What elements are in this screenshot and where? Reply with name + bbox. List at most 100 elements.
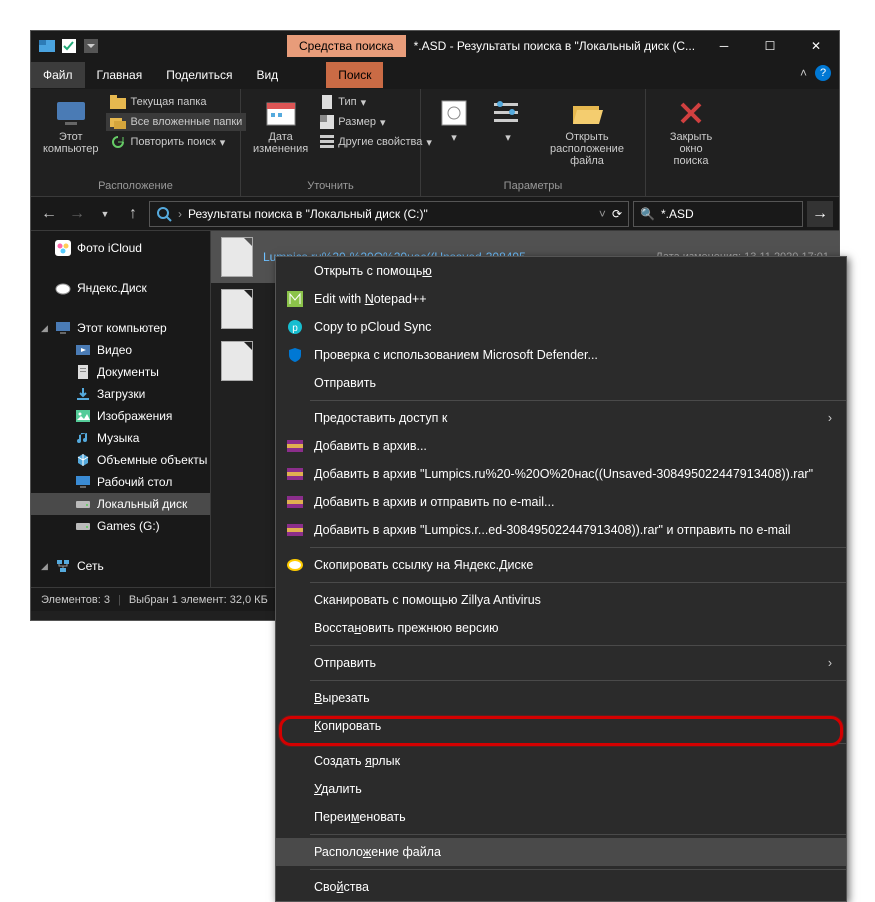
ctx-edit-notepadpp[interactable]: Edit with Notepad++	[276, 285, 846, 313]
winrar-icon	[287, 494, 303, 510]
ctx-send-to[interactable]: Отправить›	[276, 649, 846, 677]
sidebar-item[interactable]: ◢Сеть	[31, 555, 210, 577]
sidebar-item[interactable]: Загрузки	[31, 383, 210, 405]
ctx-properties[interactable]: Свойства	[276, 873, 846, 901]
current-folder-button[interactable]: Текущая папка	[106, 93, 246, 111]
group-options-label: Параметры	[429, 176, 637, 192]
ctx-add-archive-named[interactable]: Добавить в архив "Lumpics.ru%20-%20O%20н…	[276, 460, 846, 488]
winrar-icon	[287, 522, 303, 538]
repeat-search-button[interactable]: Повторить поиск ▾	[106, 133, 246, 151]
type-button[interactable]: Тип ▾	[316, 93, 436, 111]
close-button[interactable]: ✕	[793, 31, 839, 61]
folder-icon	[110, 95, 126, 109]
sidebar-item-label: Видео	[97, 343, 132, 357]
search-go-button[interactable]: →	[807, 201, 833, 227]
sidebar-item-label: Рабочий стол	[97, 475, 172, 489]
share-tab[interactable]: Поделиться	[154, 62, 244, 88]
ctx-grant-access[interactable]: Предоставить доступ к›	[276, 404, 846, 432]
ctx-add-archive[interactable]: Добавить в архив...	[276, 432, 846, 460]
search-icon: 🔍	[640, 207, 655, 221]
refresh-icon[interactable]: ⟳	[612, 207, 622, 221]
sidebar-item[interactable]: Яндекс.Диск	[31, 277, 210, 299]
open-file-location-button[interactable]: Открыть расположение файла	[542, 93, 632, 171]
size-icon	[320, 115, 334, 129]
size-button[interactable]: Размер ▾	[316, 113, 436, 131]
expand-icon[interactable]: ◢	[41, 561, 48, 572]
ctx-cut[interactable]: Вырезать	[276, 684, 846, 712]
group-location-label: Расположение	[39, 176, 232, 192]
sidebar-item-label: Загрузки	[97, 387, 145, 401]
minimize-button[interactable]: ─	[701, 31, 747, 61]
home-tab[interactable]: Главная	[85, 62, 155, 88]
item-count: Элементов: 3	[41, 594, 110, 606]
ctx-file-location[interactable]: Расположение файла	[276, 838, 846, 866]
calendar-icon	[266, 99, 296, 127]
view-tab[interactable]: Вид	[244, 62, 290, 88]
sidebar-item[interactable]: Games (G:)	[31, 515, 210, 537]
maximize-button[interactable]: ☐	[747, 31, 793, 61]
sidebar-item[interactable]: Документы	[31, 361, 210, 383]
sidebar-item-label: Музыка	[97, 431, 139, 445]
ctx-open-with[interactable]: Открыть с помощью	[276, 257, 846, 285]
ctx-yadisk-link[interactable]: Скопировать ссылку на Яндекс.Диске	[276, 551, 846, 579]
sidebar-item[interactable]: ◢Этот компьютер	[31, 317, 210, 339]
recent-searches-button[interactable]: ▾	[434, 93, 474, 148]
search-box[interactable]: 🔍 ✕	[633, 201, 803, 227]
ctx-defender[interactable]: Проверка с использованием Microsoft Defe…	[276, 341, 846, 369]
recent-dropdown[interactable]: ▼	[93, 202, 117, 226]
network-icon	[55, 558, 71, 574]
ctx-send-share[interactable]: Отправить	[276, 369, 846, 397]
all-subfolders-button[interactable]: Все вложенные папки	[106, 113, 246, 131]
up-button[interactable]: ↑	[121, 202, 145, 226]
sidebar-item-label: Games (G:)	[97, 519, 160, 533]
back-button[interactable]: ←	[37, 202, 61, 226]
ctx-archive-email[interactable]: Добавить в архив и отправить по e-mail..…	[276, 488, 846, 516]
sidebar-item[interactable]: Изображения	[31, 405, 210, 427]
ctx-pcloud[interactable]: pCopy to pCloud Sync	[276, 313, 846, 341]
date-modified-button[interactable]: Дата изменения	[249, 93, 312, 159]
sidebar-item[interactable]: Музыка	[31, 427, 210, 449]
expand-icon[interactable]: ◢	[41, 323, 48, 334]
ctx-delete[interactable]: Удалить	[276, 775, 846, 803]
docs-icon	[75, 364, 91, 380]
sidebar-item[interactable]: Объемные объекты	[31, 449, 210, 471]
ribbon-toggle-icon[interactable]: ˄	[800, 66, 807, 80]
this-pc-button[interactable]: Этот компьютер	[39, 93, 102, 159]
sidebar-item[interactable]: Фото iCloud	[31, 237, 210, 259]
music-icon	[75, 430, 91, 446]
ctx-create-shortcut[interactable]: Создать ярлык	[276, 747, 846, 775]
sidebar-item-label: Документы	[97, 365, 159, 379]
chevron-down-icon[interactable]: ˅	[599, 207, 606, 221]
dropdown-icon[interactable]	[83, 38, 99, 54]
sidebar-item[interactable]: Видео	[31, 339, 210, 361]
group-refine-label: Уточнить	[249, 176, 412, 192]
file-icon	[221, 289, 253, 329]
search-tab[interactable]: Поиск	[326, 62, 383, 88]
window-title: *.ASD - Результаты поиска в "Локальный д…	[414, 39, 695, 53]
selection-info: Выбран 1 элемент: 32,0 КБ	[129, 594, 268, 606]
winrar-icon	[287, 438, 303, 454]
forward-button[interactable]: →	[65, 202, 89, 226]
ctx-restore-previous[interactable]: Восстановить прежнюю версию	[276, 614, 846, 642]
help-icon[interactable]: ?	[815, 65, 831, 81]
sidebar-item[interactable]: Локальный диск	[31, 493, 210, 515]
menubar: Файл Главная Поделиться Вид Поиск ˄ ?	[31, 61, 839, 89]
address-bar-row: ← → ▼ ↑ › Результаты поиска в "Локальный…	[31, 197, 839, 231]
drive-icon	[75, 518, 91, 534]
address-bar[interactable]: › Результаты поиска в "Локальный диск (C…	[149, 201, 629, 227]
advanced-options-button[interactable]: ▾	[488, 93, 528, 148]
ctx-rename[interactable]: Переименовать	[276, 803, 846, 831]
ribbon: Этот компьютер Текущая папка Все вложенн…	[31, 89, 839, 197]
ctx-copy[interactable]: Копировать	[276, 712, 846, 740]
sidebar-item-label: Локальный диск	[97, 497, 187, 511]
search-input[interactable]	[661, 207, 816, 221]
ctx-archive-email-named[interactable]: Добавить в архив "Lumpics.r...ed-3084950…	[276, 516, 846, 544]
notepadpp-icon	[287, 291, 303, 307]
ctx-zillya-scan[interactable]: Сканировать с помощью Zillya Antivirus	[276, 586, 846, 614]
file-menu[interactable]: Файл	[31, 62, 85, 88]
svg-text:p: p	[292, 323, 298, 334]
pcloud-icon: p	[287, 319, 303, 335]
other-properties-button[interactable]: Другие свойства ▾	[316, 133, 436, 151]
close-search-button[interactable]: Закрыть окно поиска	[657, 93, 725, 171]
sidebar-item[interactable]: Рабочий стол	[31, 471, 210, 493]
